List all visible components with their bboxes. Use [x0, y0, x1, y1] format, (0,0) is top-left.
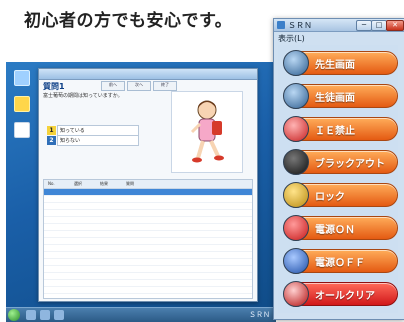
power-off-icon — [283, 248, 309, 274]
tray-text: ＳＲＮ — [249, 311, 270, 319]
quiz-next-button[interactable]: 次へ — [127, 81, 151, 91]
all-clear-button[interactable]: オールクリア — [283, 281, 398, 307]
all-clear-label: オールクリア — [315, 291, 375, 302]
list-row[interactable] — [44, 203, 252, 210]
quiz-prev-button[interactable]: 前へ — [101, 81, 125, 91]
answer-number-2: 2 — [47, 136, 56, 145]
menu-view[interactable]: 表示(L) — [278, 33, 305, 44]
answer-number-1: 1 — [47, 126, 56, 135]
teacher-screen-icon — [283, 50, 309, 76]
list-row[interactable] — [44, 189, 252, 196]
result-list-header: No. 選択 結果 質問 — [44, 180, 252, 189]
srn-titlebar[interactable]: ＳＲＮ ─ □ ✕ — [274, 19, 404, 32]
desktop-screenshot: 質問1 前へ 次へ 終了 富士葡萄の期間は知っていますか。 1 知っている 2 … — [6, 62, 276, 322]
teacher-screen-label: 先生画面 — [315, 60, 355, 71]
all-clear-icon — [283, 281, 309, 307]
list-row[interactable] — [44, 294, 252, 298]
student-screen-button[interactable]: 生徒画面 — [283, 83, 398, 109]
student-screen-label: 生徒画面 — [315, 93, 355, 104]
start-button[interactable] — [8, 309, 20, 321]
list-row[interactable] — [44, 210, 252, 217]
list-row[interactable] — [44, 280, 252, 287]
lock-icon — [283, 182, 309, 208]
list-row[interactable] — [44, 273, 252, 280]
list-row[interactable] — [44, 259, 252, 266]
teacher-screen-button[interactable]: 先生画面 — [283, 50, 398, 76]
list-row[interactable] — [44, 238, 252, 245]
ie-block-label: ＩＥ禁止 — [315, 126, 355, 137]
app-icon — [277, 21, 285, 29]
taskbar-item[interactable] — [40, 310, 50, 320]
column-result: 結果 — [100, 181, 108, 186]
column-choice: 選択 — [74, 181, 82, 186]
power-off-button[interactable]: 電源ＯＦＦ — [283, 248, 398, 274]
quiz-title: 質問1 — [43, 82, 65, 91]
blackout-label: ブラックアウト — [315, 159, 385, 170]
list-row[interactable] — [44, 196, 252, 203]
girl-illustration-icon — [190, 100, 224, 163]
quiz-window-titlebar[interactable] — [39, 69, 257, 80]
taskbar: ＳＲＮ — [6, 307, 276, 322]
column-question: 質問 — [126, 181, 134, 186]
taskbar-item[interactable] — [26, 310, 36, 320]
quiz-illustration — [171, 91, 243, 173]
close-button[interactable]: ✕ — [386, 20, 404, 31]
quiz-exit-button[interactable]: 終了 — [153, 81, 177, 91]
computer-icon[interactable] — [14, 70, 30, 86]
srn-button-list: 先生画面 生徒画面 ＩＥ禁止 ブラックアウト ロック 電源ＯＮ 電源ＯＦＦ オー… — [278, 45, 398, 313]
quiz-question: 富士葡萄の期間は知っていますか。 — [43, 93, 123, 99]
list-row[interactable] — [44, 217, 252, 224]
power-on-label: 電源ＯＮ — [315, 225, 355, 236]
folder-icon[interactable] — [14, 96, 30, 112]
list-row[interactable] — [44, 245, 252, 252]
student-screen-icon — [283, 83, 309, 109]
column-no: No. — [48, 181, 55, 186]
list-row[interactable] — [44, 287, 252, 294]
minimize-button[interactable]: ─ — [356, 20, 372, 31]
ie-block-button[interactable]: ＩＥ禁止 — [283, 116, 398, 142]
srn-title: ＳＲＮ — [288, 21, 312, 30]
list-row[interactable] — [44, 266, 252, 273]
answer-label-2: 知らない — [60, 138, 81, 144]
power-on-button[interactable]: 電源ＯＮ — [283, 215, 398, 241]
headline: 初心者の方でも安心です。 — [24, 11, 233, 31]
recycle-bin-icon[interactable] — [14, 122, 30, 138]
maximize-button[interactable]: □ — [371, 20, 387, 31]
lock-button[interactable]: ロック — [283, 182, 398, 208]
answer-option-2[interactable]: 2 知らない — [47, 135, 139, 146]
list-row[interactable] — [44, 224, 252, 231]
blackout-button[interactable]: ブラックアウト — [283, 149, 398, 175]
result-list[interactable]: No. 選択 結果 質問 — [43, 179, 253, 299]
srn-panel-window: ＳＲＮ ─ □ ✕ 表示(L) 先生画面 生徒画面 ＩＥ禁止 ブラックアウト ロ… — [273, 18, 404, 320]
lock-label: ロック — [315, 192, 345, 203]
quiz-window: 質問1 前へ 次へ 終了 富士葡萄の期間は知っていますか。 1 知っている 2 … — [38, 68, 258, 302]
taskbar-item[interactable] — [54, 310, 64, 320]
blackout-icon — [283, 149, 309, 175]
answer-label-1: 知っている — [60, 128, 85, 134]
list-row[interactable] — [44, 252, 252, 259]
ie-block-icon — [283, 116, 309, 142]
list-row[interactable] — [44, 231, 252, 238]
power-on-icon — [283, 215, 309, 241]
power-off-label: 電源ＯＦＦ — [315, 258, 365, 269]
